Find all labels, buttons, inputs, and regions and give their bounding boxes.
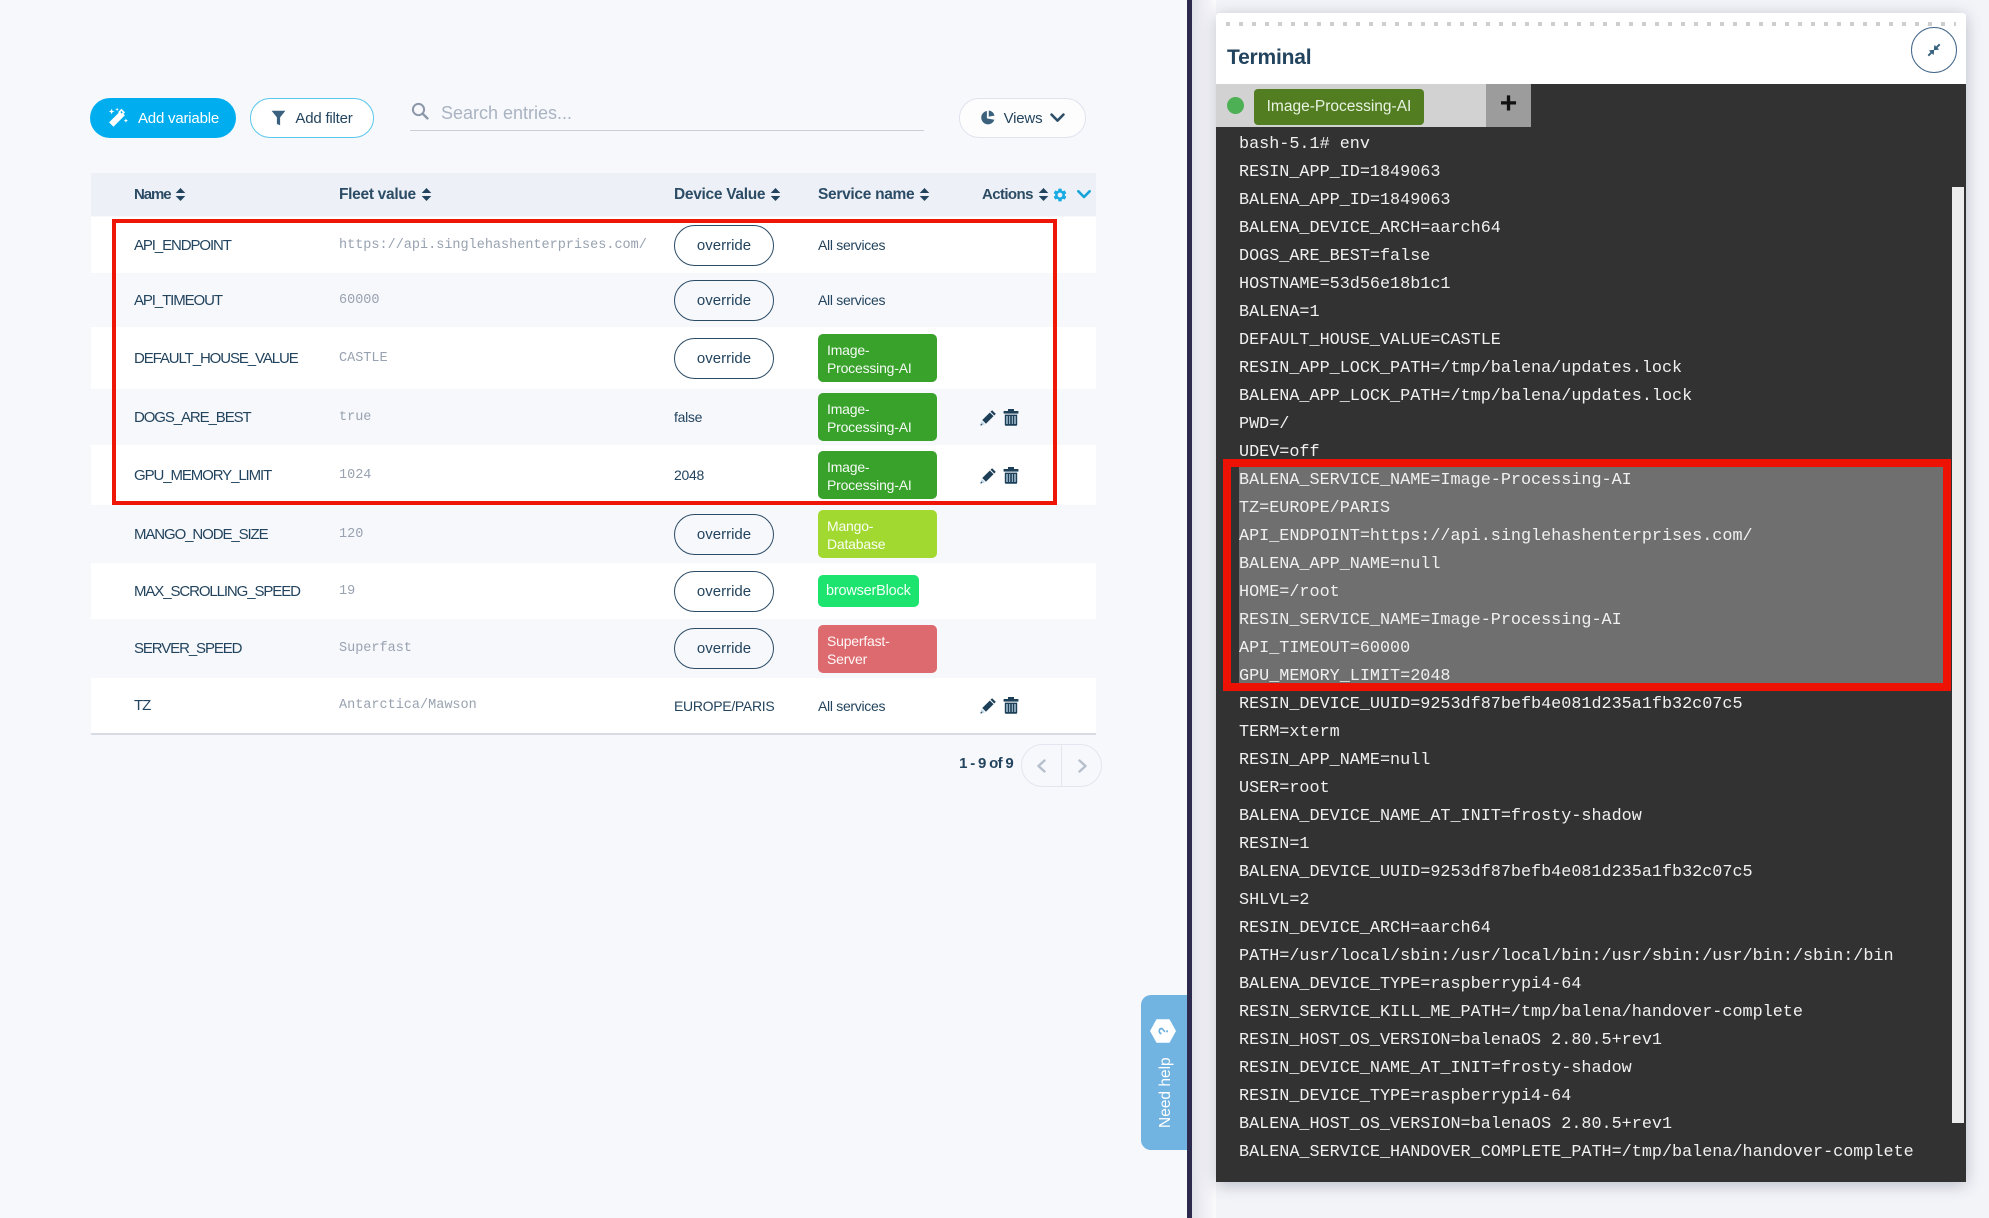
svg-text:?: ? [1155,1027,1171,1035]
